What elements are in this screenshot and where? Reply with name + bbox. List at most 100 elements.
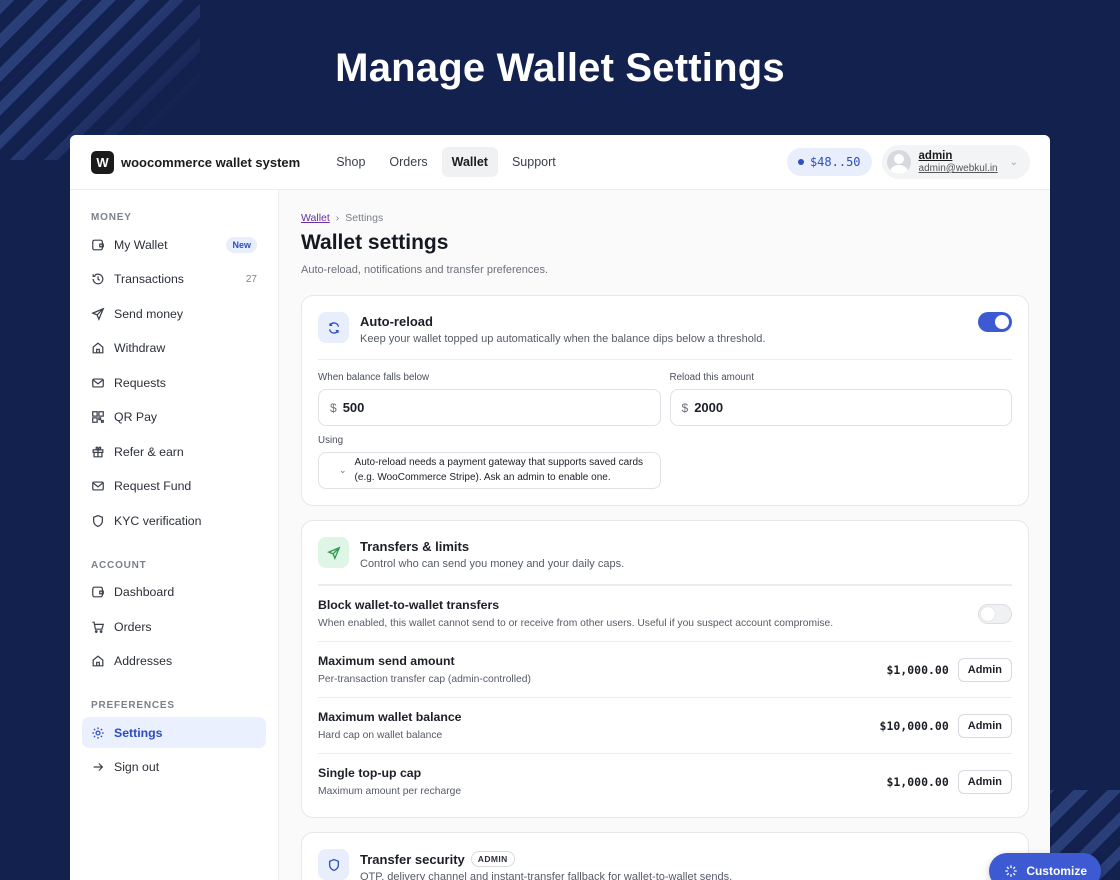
shield-icon (318, 849, 349, 880)
user-email[interactable]: admin@webkul.in (919, 163, 998, 175)
transfers-title: Transfers & limits (360, 539, 470, 554)
chevron-down-icon: ⌄ (1009, 156, 1018, 168)
limit-title: Maximum wallet balance (318, 710, 462, 724)
block-transfers-toggle[interactable] (978, 603, 1012, 624)
limit-row: Maximum send amount Per-transaction tran… (318, 641, 1012, 697)
limit-title: Single top-up cap (318, 766, 422, 780)
breadcrumb: Wallet › Settings (301, 212, 1029, 224)
auto-reload-toggle[interactable] (978, 312, 1012, 332)
sidebar-item-refer-earn[interactable]: Refer & earn (82, 436, 266, 467)
sidebar-item-label: Withdraw (114, 341, 166, 355)
send-icon (318, 537, 349, 568)
customize-button[interactable]: Customize (989, 853, 1101, 880)
limit-value: $1,000.00 (886, 774, 949, 789)
logo-mark[interactable]: W (91, 150, 114, 174)
sidebar-item-requests[interactable]: Requests (82, 367, 266, 398)
nav-support[interactable]: Support (502, 147, 566, 177)
brand-name[interactable]: woocommerce wallet system (121, 155, 300, 170)
nav-orders[interactable]: Orders (379, 147, 437, 177)
user-name[interactable]: admin (919, 150, 998, 163)
sidebar-section-account: ACCOUNT (91, 559, 147, 571)
sidebar-item-label: Requests (114, 375, 166, 390)
block-transfers-row: Block wallet-to-wallet transfers When en… (318, 585, 1012, 641)
wallet-icon (91, 238, 105, 252)
customize-label: Customize (1026, 864, 1087, 878)
sidebar-item-label: QR Pay (114, 410, 158, 424)
top-right-area: $48..50 admin admin@webkul.in ⌄ (786, 145, 1030, 179)
transfer-security-card: Transfer security ADMIN OTP, delivery ch… (301, 832, 1029, 880)
breadcrumb-wallet-link[interactable]: Wallet (301, 212, 330, 224)
using-label: Using (318, 435, 344, 446)
sidebar-item-qr-pay[interactable]: QR Pay (82, 402, 266, 433)
mail-icon (91, 479, 105, 493)
sidebar-item-withdraw[interactable]: Withdraw (82, 333, 266, 364)
sidebar-item-sign-out[interactable]: Sign out (82, 752, 266, 783)
divider (318, 359, 1012, 360)
limit-desc: Maximum amount per recharge (318, 786, 462, 797)
wallet-icon (91, 585, 105, 599)
threshold-input[interactable]: $ 500 (318, 389, 661, 426)
sidebar-item-kyc-verification[interactable]: KYC verification (82, 505, 266, 536)
sidebar-item-label: KYC verification (114, 513, 202, 528)
sidebar-item-request-fund[interactable]: Request Fund (82, 471, 266, 502)
sidebar-item-label: Orders (114, 619, 152, 634)
sidebar-item-settings[interactable]: Settings (82, 717, 266, 748)
page-title: Wallet settings (301, 231, 449, 254)
main-content: Wallet › Settings Wallet settings Auto-r… (280, 190, 1050, 880)
security-desc: OTP, delivery channel and instant-transf… (360, 871, 733, 880)
history-icon (91, 272, 105, 286)
auto-reload-card: Auto-reload Keep your wallet topped up a… (301, 295, 1029, 506)
reload-amount-value: 2000 (694, 400, 724, 415)
sidebar-section-preferences: PREFERENCES (91, 700, 175, 711)
limit-row: Single top-up cap Maximum amount per rec… (318, 753, 1012, 813)
currency-prefix: $ (681, 400, 689, 415)
balance-amount: $48..50 (809, 155, 861, 169)
sidebar-item-dashboard[interactable]: Dashboard (82, 577, 266, 608)
sidebar-item-my-wallet[interactable]: My Wallet New (82, 229, 266, 260)
refresh-icon (318, 312, 349, 343)
mail-icon (91, 376, 105, 390)
nav-wallet[interactable]: Wallet (441, 147, 498, 177)
gateway-notice: Auto-reload needs a payment gateway that… (354, 457, 644, 483)
transfers-desc: Control who can send you money and your … (360, 558, 625, 570)
sidebar-item-label: Request Fund (114, 479, 192, 493)
transfers-limits-card: Transfers & limits Control who can send … (301, 520, 1029, 818)
send-icon (91, 307, 105, 321)
balance-dot-icon (797, 159, 804, 165)
sidebar-item-addresses[interactable]: Addresses (82, 646, 266, 677)
transactions-count: 27 (245, 273, 257, 285)
limit-row: Maximum wallet balance Hard cap on walle… (318, 697, 1012, 753)
admin-button[interactable]: Admin (957, 769, 1012, 794)
balance-pill[interactable]: $48..50 (786, 148, 872, 176)
sidebar-item-label: Dashboard (114, 585, 175, 599)
admin-button[interactable]: Admin (957, 713, 1012, 738)
reload-amount-input[interactable]: $ 2000 (669, 389, 1012, 426)
payment-method-select[interactable]: ⌄ Auto-reload needs a payment gateway th… (318, 452, 661, 489)
nav-shop[interactable]: Shop (326, 147, 375, 177)
admin-button[interactable]: Admin (957, 657, 1012, 682)
sidebar-section-money: MONEY (91, 212, 132, 223)
breadcrumb-current: Settings (345, 212, 384, 224)
chevron-down-icon: ⌄ (339, 465, 347, 475)
currency-prefix: $ (330, 400, 337, 415)
gear-icon (91, 726, 105, 740)
new-badge: New (226, 236, 257, 253)
threshold-value: 500 (342, 400, 365, 415)
gift-icon (91, 445, 105, 459)
main-nav: Shop Orders Wallet Support (326, 147, 566, 177)
cart-icon (91, 620, 105, 634)
arrow-right-icon (91, 760, 105, 774)
qr-icon (91, 410, 105, 424)
home-icon (91, 341, 105, 355)
limit-value: $10,000.00 (879, 718, 949, 733)
sparkle-icon (1004, 864, 1018, 878)
limit-desc: Hard cap on wallet balance (318, 730, 443, 741)
sidebar-item-label: Settings (114, 725, 163, 740)
avatar (886, 150, 911, 174)
user-menu[interactable]: admin admin@webkul.in ⌄ (881, 145, 1030, 179)
sidebar-item-orders[interactable]: Orders (82, 611, 266, 642)
sidebar-item-send-money[interactable]: Send money (82, 298, 266, 329)
shield-icon (91, 514, 105, 528)
sidebar-item-transactions[interactable]: Transactions 27 (82, 264, 266, 295)
limit-desc: Per-transaction transfer cap (admin-cont… (318, 674, 531, 685)
